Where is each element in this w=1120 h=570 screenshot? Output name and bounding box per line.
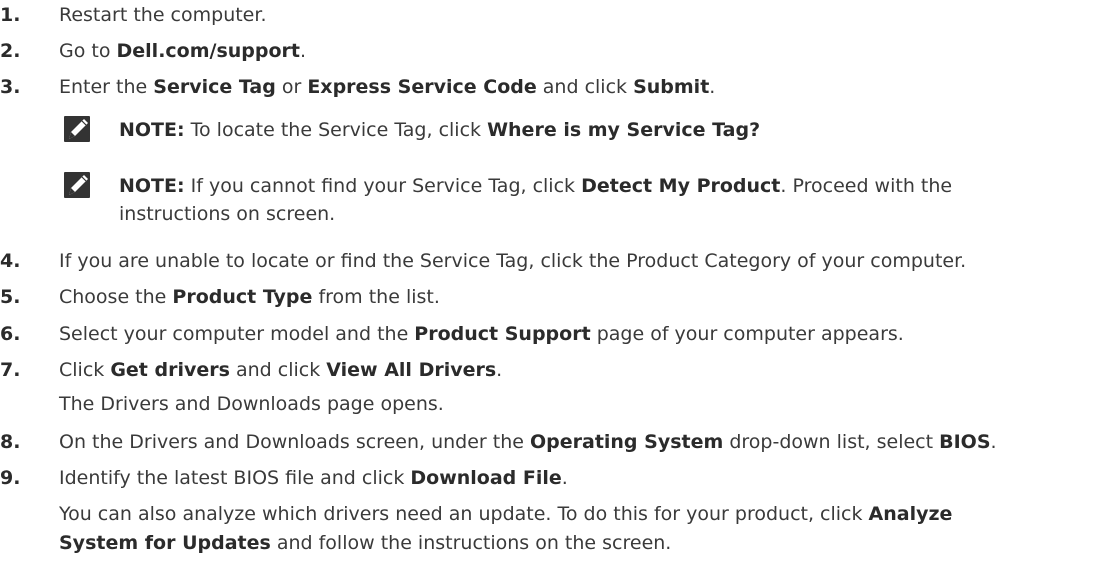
step-9-continuation: System for Updates and follow the instru… [59,529,671,558]
step-text: Choose the Product Type from the list. [59,283,440,312]
bold-term: BIOS [939,431,991,453]
step-number: 2. [0,40,21,62]
note-2: NOTE: If you cannot find your Service Ta… [59,169,1119,239]
note-label: NOTE: [119,175,185,197]
pencil-note-icon [63,171,93,201]
text-run: . Proceed with the [780,175,953,197]
bold-term: Product Support [414,323,591,345]
note-text: To locate the Service Tag, click Where i… [185,119,761,141]
text-run: and follow the instructions on the scree… [270,532,672,554]
text-run: Click [59,359,111,381]
text-run: . [496,359,503,381]
step-9-continuation: You can also analyze which drivers need … [59,500,952,529]
text-run: instructions on screen. [119,203,336,225]
text-run: You can also analyze which drivers need … [59,503,869,525]
bold-term: Get drivers [110,359,230,381]
text-run: and click [229,359,327,381]
step-number: 1. [0,4,21,26]
note-1: NOTE: To locate the Service Tag, click W… [59,113,1119,153]
text-run: Identify the latest BIOS file and click [59,467,411,489]
bold-term: Detect My Product [581,175,781,197]
text-run: On the Drivers and Downloads screen, und… [59,431,530,453]
step-number: 6. [0,323,21,345]
bold-term: Dell.com/support [116,40,301,62]
bold-term: Express Service Code [307,76,537,98]
bold-term: Service Tag [153,76,276,98]
bold-term: View All Drivers [326,359,497,381]
step-text: Click Get drivers and click View All Dri… [59,356,502,385]
text-run: Select your computer model and the [59,323,415,345]
step-text: Restart the computer. [59,1,266,30]
step-number: 4. [0,250,21,272]
text-run: page of your computer appears. [590,323,904,345]
note-text-continued: instructions on screen. [119,203,335,225]
text-run: or [275,76,308,98]
step-7-continuation: The Drivers and Downloads page opens. [59,390,444,419]
text-run: The Drivers and Downloads page opens. [59,393,444,415]
text-run: and click [536,76,634,98]
note-text: If you cannot find your Service Tag, cli… [184,175,953,197]
text-run: If you cannot find your Service Tag, cli… [184,175,582,197]
bold-term: Product Type [172,286,313,308]
text-run: Restart the computer. [59,4,267,26]
text-run: Enter the [59,76,154,98]
step-text: Go to Dell.com/support. [59,37,306,66]
step-text: Select your computer model and the Produ… [59,320,904,349]
text-run: If you are unable to locate or find the … [59,250,967,272]
step-number: 7. [0,359,21,381]
bold-term: Download File [410,467,562,489]
text-run: . [709,76,716,98]
step-text: Identify the latest BIOS file and click … [59,464,568,493]
text-run: drop-down list, select [723,431,940,453]
text-run: . [990,431,997,453]
text-run: from the list. [312,286,440,308]
bold-term: Where is my Service Tag? [487,119,761,141]
step-number: 5. [0,286,21,308]
text-run: Choose the [59,286,173,308]
bold-term: Submit [633,76,710,98]
text-run: Go to [59,40,117,62]
step-number: 8. [0,431,21,453]
step-text: Enter the Service Tag or Express Service… [59,73,715,102]
text-run: . [300,40,307,62]
text-run: To locate the Service Tag, click [184,119,488,141]
bold-term: Analyze [868,503,953,525]
bold-term: Operating System [529,431,724,453]
step-number: 3. [0,76,21,98]
step-number: 9. [0,467,21,489]
step-text: If you are unable to locate or find the … [59,247,966,276]
step-text: On the Drivers and Downloads screen, und… [59,428,997,457]
note-label: NOTE: [119,119,185,141]
text-run: . [561,467,568,489]
bold-term: System for Updates [59,532,271,554]
pencil-note-icon [63,115,93,145]
